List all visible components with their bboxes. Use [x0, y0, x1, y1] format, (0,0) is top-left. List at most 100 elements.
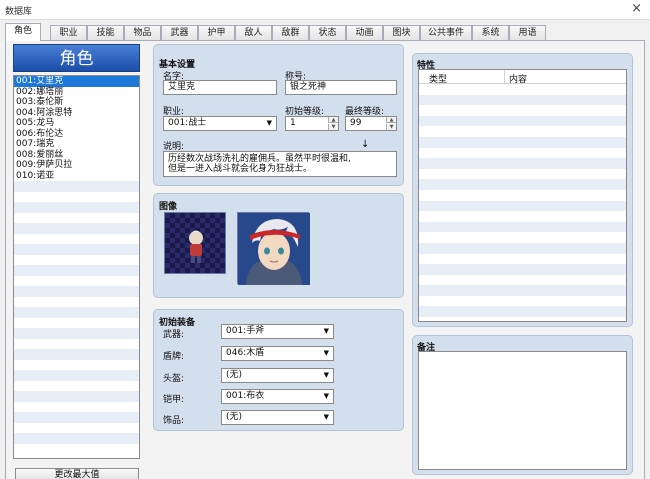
weapon-select[interactable]: 001:手斧 ▼	[221, 324, 334, 339]
tab-items[interactable]: 物品	[124, 25, 161, 40]
empty-row	[14, 276, 139, 287]
initial-level-stepper[interactable]: 1 ▲ ▼	[285, 116, 339, 131]
basic-settings-panel: 基本设置 名字: 艾里克 称号: 银之死神 职业: 001:战士 ▼ 初始等级:…	[153, 44, 404, 186]
empty-row	[419, 126, 626, 137]
character-sprite[interactable]	[164, 212, 226, 274]
tab-tilesets[interactable]: 图块	[383, 25, 420, 40]
tab-classes[interactable]: 职业	[50, 25, 87, 40]
list-item[interactable]: 005:龙马	[14, 118, 139, 129]
spin-down-icon[interactable]: ▼	[386, 124, 396, 130]
empty-row	[14, 234, 139, 245]
equip-label: 头盔:	[163, 374, 185, 384]
helmet-select[interactable]: (无) ▼	[221, 368, 334, 383]
max-level-value: 99	[350, 118, 362, 128]
empty-row	[14, 223, 139, 234]
empty-row	[419, 115, 626, 127]
chevron-down-icon: ▼	[323, 392, 329, 400]
armor-select[interactable]: 001:布衣 ▼	[221, 389, 334, 404]
empty-row	[419, 105, 626, 116]
tab-weapons[interactable]: 武器	[161, 25, 198, 40]
empty-row	[14, 244, 139, 255]
tab-armors[interactable]: 护甲	[198, 25, 235, 40]
empty-rows	[14, 181, 139, 454]
empty-row	[419, 136, 626, 148]
chevron-down-icon: ▼	[323, 349, 329, 357]
list-item[interactable]: 004:阿涂思特	[14, 108, 139, 119]
empty-row	[14, 265, 139, 276]
empty-row	[14, 286, 139, 297]
chevron-down-icon: ▼	[323, 413, 329, 421]
empty-row	[14, 360, 139, 371]
empty-row	[419, 84, 626, 95]
panel-title: 图像	[159, 202, 178, 212]
title-bar: 数据库 ×	[0, 0, 650, 20]
empty-row	[419, 148, 626, 159]
chevron-down-icon: ▼	[266, 119, 272, 127]
equip-label: 铠甲:	[163, 395, 185, 405]
list-item[interactable]: 002:娜塔丽	[14, 87, 139, 98]
empty-row	[419, 169, 626, 180]
profile-textarea[interactable]: 历经数次战场洗礼的雇佣兵。虽然平时很温和, 但是一进入战斗就会化身为狂战士。	[163, 151, 397, 177]
initial-equipment-panel: 初始装备 武器: 001:手斧 ▼ 盾牌: 046:木盾 ▼ 头盔: (无) ▼…	[153, 309, 404, 431]
empty-row	[14, 444, 139, 455]
face-portrait[interactable]	[237, 212, 310, 285]
empty-row	[419, 296, 626, 307]
equip-label: 饰品:	[163, 416, 185, 426]
window-title: 数据库	[5, 7, 33, 17]
empty-row	[419, 232, 626, 243]
traits-list-header: 类型 内容	[419, 70, 626, 85]
empty-row	[14, 381, 139, 392]
tab-animations[interactable]: 动画	[346, 25, 383, 40]
empty-row	[419, 200, 626, 212]
nickname-field[interactable]: 银之死神	[285, 80, 397, 95]
chevron-down-icon: ▼	[323, 327, 329, 335]
empty-row	[419, 158, 626, 169]
traits-list[interactable]: 类型 内容	[418, 69, 627, 322]
spin-down-icon[interactable]: ▼	[328, 124, 338, 130]
list-item[interactable]: 007:瑞克	[14, 139, 139, 150]
tab-states[interactable]: 状态	[309, 25, 346, 40]
empty-row	[14, 412, 139, 423]
list-item[interactable]: 006:布伦达	[14, 129, 139, 140]
class-select[interactable]: 001:战士 ▼	[163, 116, 277, 131]
actor-list[interactable]: 001:艾里克 002:娜塔丽 003:泰伦斯 004:阿涂思特 005:龙马 …	[13, 75, 140, 459]
armor-value: 001:布衣	[226, 391, 265, 401]
name-field[interactable]: 艾里克	[163, 80, 277, 95]
empty-row	[14, 349, 139, 360]
initial-level-value: 1	[290, 118, 296, 128]
shield-select[interactable]: 046:木盾 ▼	[221, 346, 334, 361]
max-level-stepper[interactable]: 99 ▲ ▼	[345, 116, 397, 131]
tab-system[interactable]: 系统	[472, 25, 509, 40]
tab-common-events[interactable]: 公共事件	[420, 25, 472, 40]
tab-terms[interactable]: 用语	[509, 25, 546, 40]
list-item[interactable]: 003:泰伦斯	[14, 97, 139, 108]
change-max-button[interactable]: 更改最大值	[15, 468, 139, 479]
column-header-content: 内容	[509, 75, 528, 85]
empty-row	[419, 264, 626, 275]
notes-textarea[interactable]	[418, 351, 627, 470]
list-item[interactable]: 010:诺亚	[14, 171, 139, 182]
empty-row	[14, 255, 139, 266]
empty-row	[419, 211, 626, 222]
empty-row	[419, 285, 626, 296]
empty-row	[14, 318, 139, 329]
accessory-select[interactable]: (无) ▼	[221, 410, 334, 425]
tab-troops[interactable]: 敌群	[272, 25, 309, 40]
spin-up-icon[interactable]: ▲	[386, 117, 396, 123]
close-icon[interactable]: ×	[631, 1, 642, 16]
empty-row	[419, 94, 626, 106]
tab-actors[interactable]: 角色	[5, 23, 41, 41]
column-divider	[504, 70, 505, 84]
list-item[interactable]: 009:伊萨贝拉	[14, 160, 139, 171]
list-item[interactable]: 001:艾里克	[14, 76, 139, 87]
empty-row	[14, 297, 139, 308]
empty-row	[14, 391, 139, 402]
empty-row	[419, 190, 626, 201]
character-sprite-icon	[189, 230, 203, 263]
empty-row	[14, 213, 139, 224]
tab-skills[interactable]: 技能	[87, 25, 124, 40]
list-item[interactable]: 008:爱丽丝	[14, 150, 139, 161]
shield-value: 046:木盾	[226, 348, 265, 358]
tab-enemies[interactable]: 敌人	[235, 25, 272, 40]
spin-up-icon[interactable]: ▲	[328, 117, 338, 123]
